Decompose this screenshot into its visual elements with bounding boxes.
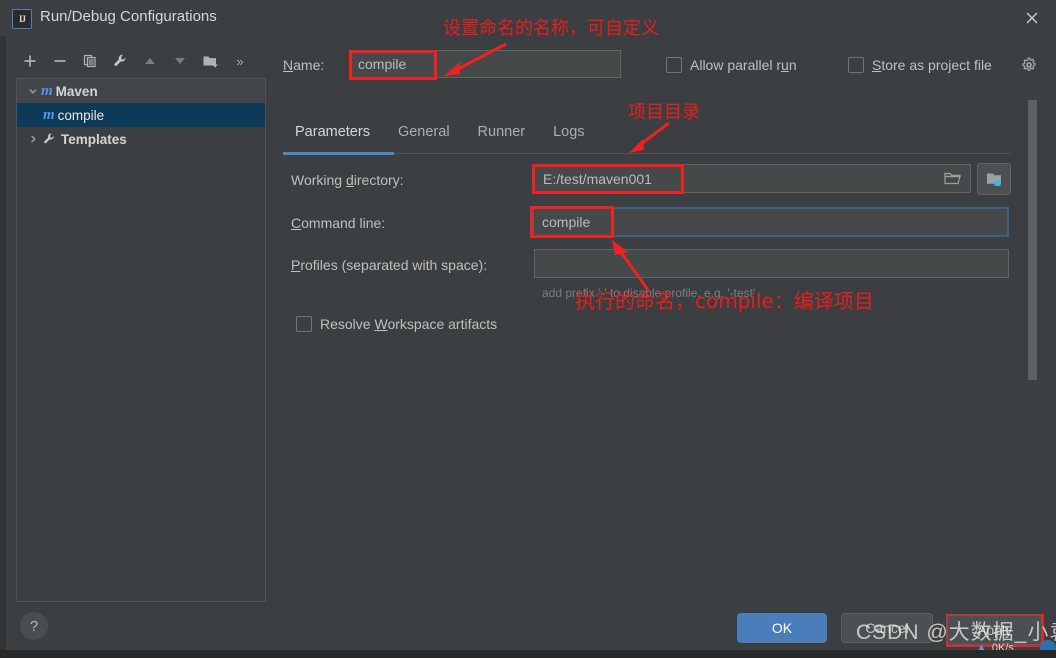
name-input-value: compile [358, 56, 406, 72]
working-directory-value: E:/test/maven001 [543, 171, 652, 187]
csdn-watermark: CSDN @大数据_小袁 [856, 616, 1056, 646]
chevron-right-icon[interactable] [25, 134, 41, 144]
window-left-edge [0, 0, 6, 658]
edit-templates-button[interactable] [106, 48, 134, 74]
annotation-arrow-command [600, 238, 660, 293]
tab-parameters[interactable]: Parameters [281, 118, 384, 152]
tab-general[interactable]: General [384, 118, 464, 152]
tree-node-label: Maven [56, 84, 98, 99]
working-directory-input[interactable]: E:/test/maven001 [534, 164, 971, 193]
chevron-down-icon[interactable] [25, 86, 41, 96]
working-directory-label: Working directory: [291, 172, 404, 188]
checkbox-box[interactable] [296, 316, 312, 332]
checkbox-box[interactable] [666, 57, 682, 73]
gear-icon[interactable] [1021, 57, 1037, 76]
wrench-icon [42, 132, 56, 146]
checkbox-box[interactable] [848, 57, 864, 73]
maven-m-icon: m [41, 83, 53, 100]
tree-node-maven[interactable]: m Maven [17, 79, 265, 103]
run-debug-configurations-dialog: IJ Run/Debug Configurations [0, 0, 1056, 658]
tree-node-label: Templates [61, 132, 127, 147]
configurations-tree[interactable]: m Maven m compile Templates [16, 78, 266, 602]
tree-node-templates[interactable]: Templates [17, 127, 265, 151]
store-as-project-file-label: Store as project file [872, 57, 992, 73]
desktop-bottom-strip [0, 650, 1056, 658]
name-label: Name: [283, 57, 324, 73]
window-edge-artifact [0, 255, 5, 310]
annotation-arrow-name [440, 40, 510, 80]
profiles-label: Profiles (separated with space): [291, 257, 487, 273]
resolve-workspace-artifacts-label: Resolve Workspace artifacts [320, 316, 497, 332]
intellij-idea-icon: IJ [12, 9, 32, 29]
move-down-button[interactable] [166, 48, 194, 74]
configurations-toolbar: » [16, 46, 266, 76]
command-line-value: compile [542, 214, 590, 230]
command-line-input[interactable]: compile [532, 207, 1009, 237]
tree-node-compile[interactable]: m compile [17, 103, 265, 127]
tab-active-indicator [283, 152, 394, 155]
copy-configuration-button[interactable] [76, 48, 104, 74]
allow-parallel-run-label: Allow parallel run [690, 57, 797, 73]
content-scrollbar-thumb[interactable] [1028, 100, 1037, 380]
add-configuration-button[interactable] [16, 48, 44, 74]
resolve-workspace-artifacts-checkbox[interactable]: Resolve Workspace artifacts [296, 316, 497, 332]
tree-node-label: compile [58, 108, 105, 123]
annotation-arrow-directory [625, 120, 675, 155]
command-line-label: Command line: [291, 215, 385, 231]
maven-m-icon: m [43, 107, 55, 124]
remove-configuration-button[interactable] [46, 48, 74, 74]
tab-logs[interactable]: Logs [539, 118, 598, 152]
close-icon[interactable] [1008, 0, 1056, 36]
folder-open-icon[interactable] [944, 171, 962, 186]
store-as-project-file-checkbox[interactable]: Store as project file [848, 57, 992, 73]
move-up-button[interactable] [136, 48, 164, 74]
new-folder-button[interactable] [196, 48, 224, 74]
help-button[interactable]: ? [20, 612, 48, 640]
ok-button[interactable]: OK [737, 613, 827, 643]
module-folder-icon [985, 171, 1003, 188]
dialog-title: Run/Debug Configurations [40, 8, 217, 25]
tab-runner[interactable]: Runner [464, 118, 540, 152]
more-options-button[interactable]: » [226, 48, 254, 74]
module-folder-button[interactable] [977, 163, 1011, 195]
allow-parallel-run-checkbox[interactable]: Allow parallel run [666, 57, 797, 73]
annotation-name-note: 设置命名的名称，可自定义 [443, 14, 659, 40]
